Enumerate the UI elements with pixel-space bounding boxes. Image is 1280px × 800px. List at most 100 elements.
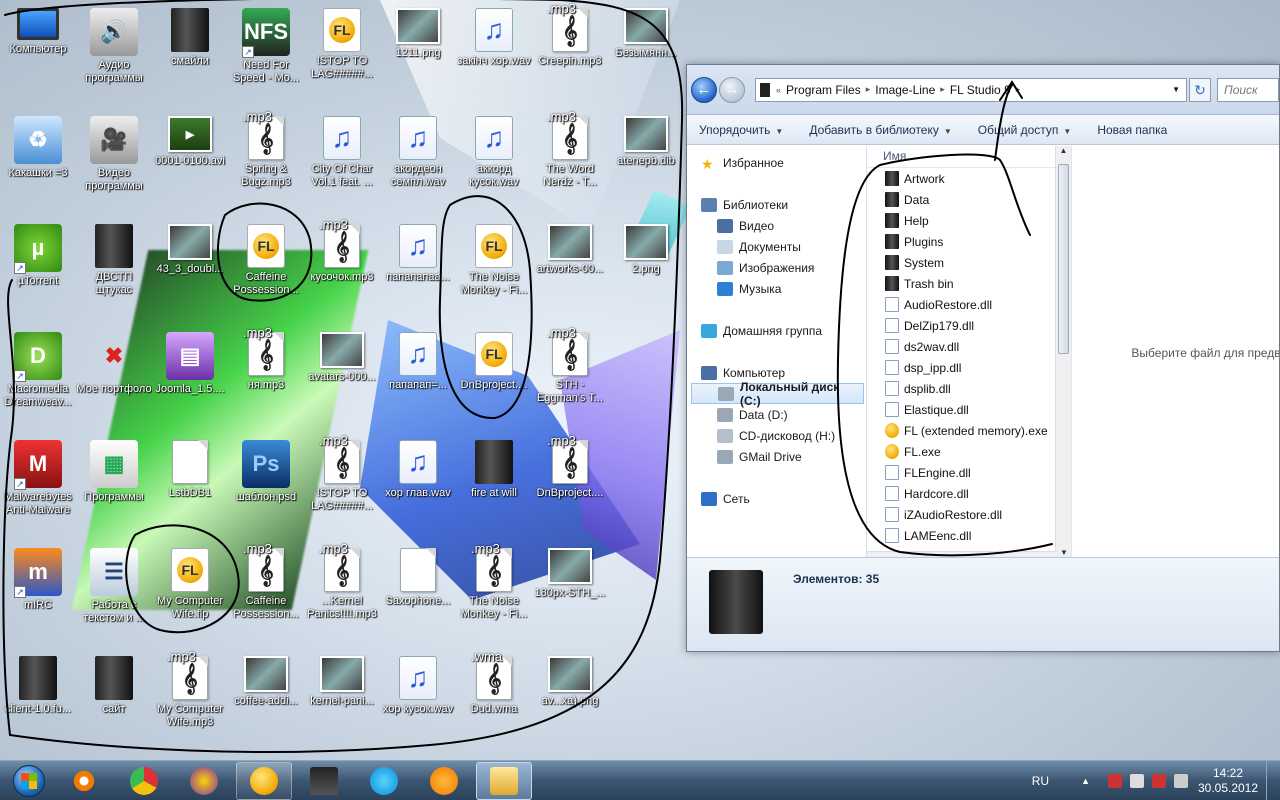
breadcrumb-fl-studio[interactable]: FL Studio 9: [945, 83, 1016, 97]
file-row[interactable]: DelZip179.dll: [867, 315, 1071, 336]
taskbar-button[interactable]: [56, 762, 112, 800]
file-row[interactable]: iZAudioRestore.dll: [867, 504, 1071, 525]
file-row[interactable]: FL.exe: [867, 441, 1071, 462]
back-button[interactable]: ←: [691, 76, 717, 103]
device-icon[interactable]: [1130, 774, 1144, 788]
desktop-icon[interactable]: Безымянн...: [608, 2, 684, 106]
desktop-icon[interactable]: 180px-STH_...: [532, 542, 608, 646]
nav-item[interactable]: Видео: [687, 215, 864, 236]
taskbar-button[interactable]: [176, 762, 232, 800]
desktop-icon[interactable]: ▦ Программы: [76, 434, 152, 538]
organize-button[interactable]: Упорядочить ▼: [699, 123, 783, 137]
desktop-icon[interactable]: ▤ Joomla_1.5....: [152, 326, 228, 430]
nav-item[interactable]: Библиотеки: [687, 194, 864, 215]
desktop-icon[interactable]: coffee-addi...: [228, 650, 304, 754]
desktop-icon[interactable]: ♫ акордеон семпл.wav: [380, 110, 456, 214]
desktop-icon[interactable]: artworks-00...: [532, 218, 608, 322]
file-row[interactable]: LAMEenc.dll: [867, 525, 1071, 546]
nav-item[interactable]: Домашняя группа: [687, 320, 864, 341]
network-warning-icon[interactable]: [1108, 774, 1122, 788]
desktop-icon[interactable]: 43_3_doubl...: [152, 218, 228, 322]
file-row[interactable]: ds2wav.dll: [867, 336, 1071, 357]
desktop-icon[interactable]: FL Caffeine Possession...: [228, 218, 304, 322]
desktop-icon[interactable]: Saxophone...: [380, 542, 456, 646]
desktop-icon[interactable]: 𝄞 .mp3 ня.mp3: [228, 325, 304, 430]
desktop-icon[interactable]: µ ↗ µTorrent: [0, 218, 76, 322]
file-row[interactable]: Trash bin: [867, 273, 1071, 294]
share-button[interactable]: Общий доступ ▼: [978, 123, 1072, 137]
desktop-icon[interactable]: Компьютер: [0, 2, 76, 106]
start-button[interactable]: [6, 762, 52, 800]
file-row[interactable]: Help: [867, 210, 1071, 231]
desktop-icon[interactable]: m ↗ mIRC: [0, 542, 76, 646]
desktop-icon[interactable]: 𝄞 .mp3 My Computer Wife.mp3: [152, 649, 228, 754]
scroll-up-icon[interactable]: ▲: [1056, 146, 1071, 155]
taskbar-button[interactable]: [296, 762, 352, 800]
desktop-icon[interactable]: ♫ хор кусок.wav: [380, 650, 456, 754]
taskbar-button[interactable]: [356, 762, 412, 800]
desktop-icon[interactable]: FL The Noise Monkey - Fi...: [456, 218, 532, 322]
desktop-icon[interactable]: 𝄞 .mp3 !STOP TO LAG#####...: [304, 433, 380, 538]
taskbar-button[interactable]: [116, 762, 172, 800]
desktop-icon[interactable]: 𝄞 .mp3 STH - Eggman's T...: [532, 325, 608, 430]
desktop-icon[interactable]: 🎥 Видео программы: [76, 110, 152, 214]
desktop-icon[interactable]: M ↗ Malwarebytes Anti-Malware: [0, 434, 76, 538]
desktop-icon[interactable]: av...xa).png: [532, 650, 608, 754]
search-input[interactable]: Поиск: [1217, 77, 1279, 102]
desktop-icon[interactable]: ♫ папапапаа...: [380, 218, 456, 322]
desktop-icon[interactable]: ♫ закінч хор.wav: [456, 2, 532, 106]
volume-icon[interactable]: [1174, 774, 1188, 788]
file-row[interactable]: Artwork: [867, 168, 1071, 189]
forward-button[interactable]: →: [719, 76, 745, 103]
desktop-icon[interactable]: 𝄞 .wma Dud.wma: [456, 649, 532, 754]
taskbar-button[interactable]: [236, 761, 292, 800]
desktop-icon[interactable]: 𝄞 .mp3 Creepin.mp3: [532, 1, 608, 106]
address-dropdown-icon[interactable]: ▼: [1172, 85, 1180, 94]
desktop-icon[interactable]: 🔊 Аудио программы: [76, 2, 152, 106]
nav-item[interactable]: Музыка: [687, 278, 864, 299]
clock[interactable]: 14:22 30.05.2012: [1196, 766, 1260, 796]
address-bar[interactable]: « Program Files ▸ Image-Line ▸ FL Studio…: [755, 77, 1187, 102]
desktop-icon[interactable]: ☰ Работа с текстом и ...: [76, 542, 152, 646]
breadcrumb-image-line[interactable]: Image-Line: [870, 83, 940, 97]
new-folder-button[interactable]: Новая папка: [1097, 123, 1167, 137]
desktop-icon[interactable]: FL My Computer Wife.flp: [152, 542, 228, 646]
desktop-icon[interactable]: 𝄞 .mp3 The Word Nerdz - T...: [532, 109, 608, 214]
language-indicator[interactable]: RU: [1032, 774, 1049, 788]
desktop-icon[interactable]: ♫ City Of Char Vol.1 feat. ...: [304, 110, 380, 214]
taskbar-button[interactable]: [416, 762, 472, 800]
desktop-icon[interactable]: client-1.0.fu...: [0, 650, 76, 754]
add-to-library-button[interactable]: Добавить в библиотеку ▼: [809, 123, 951, 137]
desktop-icon[interactable]: 𝄞 .mp3 DnBproject....: [532, 433, 608, 538]
desktop-icon[interactable]: 1211.png: [380, 2, 456, 106]
nav-item[interactable]: GMail Drive: [687, 446, 864, 467]
show-desktop-button[interactable]: [1266, 761, 1280, 800]
desktop-icon[interactable]: NFS ↗ Need For Speed - Mo...: [228, 2, 304, 106]
desktop-icon[interactable]: 𝄞 .mp3 Caffeine Possession...: [228, 541, 304, 646]
desktop-icon[interactable]: 𝄞 .mp3 Spring & Bugz.mp3: [228, 109, 304, 214]
desktop-icon[interactable]: смайли: [152, 2, 228, 106]
file-row[interactable]: Hardcore.dll: [867, 483, 1071, 504]
desktop-icon[interactable]: Ps шаблон.psd: [228, 434, 304, 538]
scroll-down-icon[interactable]: ▼: [1056, 548, 1072, 557]
desktop-icon[interactable]: сайт: [76, 650, 152, 754]
file-row[interactable]: Plugins: [867, 231, 1071, 252]
desktop-icon[interactable]: ♻ Какашки =3: [0, 110, 76, 214]
desktop-icon[interactable]: ✖ Мое портфоло: [76, 326, 152, 430]
nav-item[interactable]: Data (D:): [687, 404, 864, 425]
nav-item[interactable]: CD-дисковод (H:): [687, 425, 864, 446]
file-row[interactable]: Elastique.dll: [867, 399, 1071, 420]
desktop-icon[interactable]: ♫ папапап=...: [380, 326, 456, 430]
desktop-icon[interactable]: 𝄞 .mp3 The Noise Monkey - Fi...: [456, 541, 532, 646]
nav-item[interactable]: Изображения: [687, 257, 864, 278]
file-row[interactable]: FLEngine.dll: [867, 462, 1071, 483]
desktop-icon[interactable]: FL DnBproject....: [456, 326, 532, 430]
desktop-icon[interactable]: 𝄞 .mp3 кусочок.mp3: [304, 217, 380, 322]
breadcrumb-separator-icon[interactable]: ▸: [1016, 84, 1021, 95]
desktop-icon[interactable]: FL !STOP TO LAG#####...: [304, 2, 380, 106]
power-icon[interactable]: [1152, 774, 1166, 788]
file-row[interactable]: Data: [867, 189, 1071, 210]
desktop-icon[interactable]: ♫ хор глав.wav: [380, 434, 456, 538]
desktop-icon[interactable]: fire at will: [456, 434, 532, 538]
desktop-icon[interactable]: 𝄞 .mp3 ...Kernel Panics!!!!.mp3: [304, 541, 380, 646]
